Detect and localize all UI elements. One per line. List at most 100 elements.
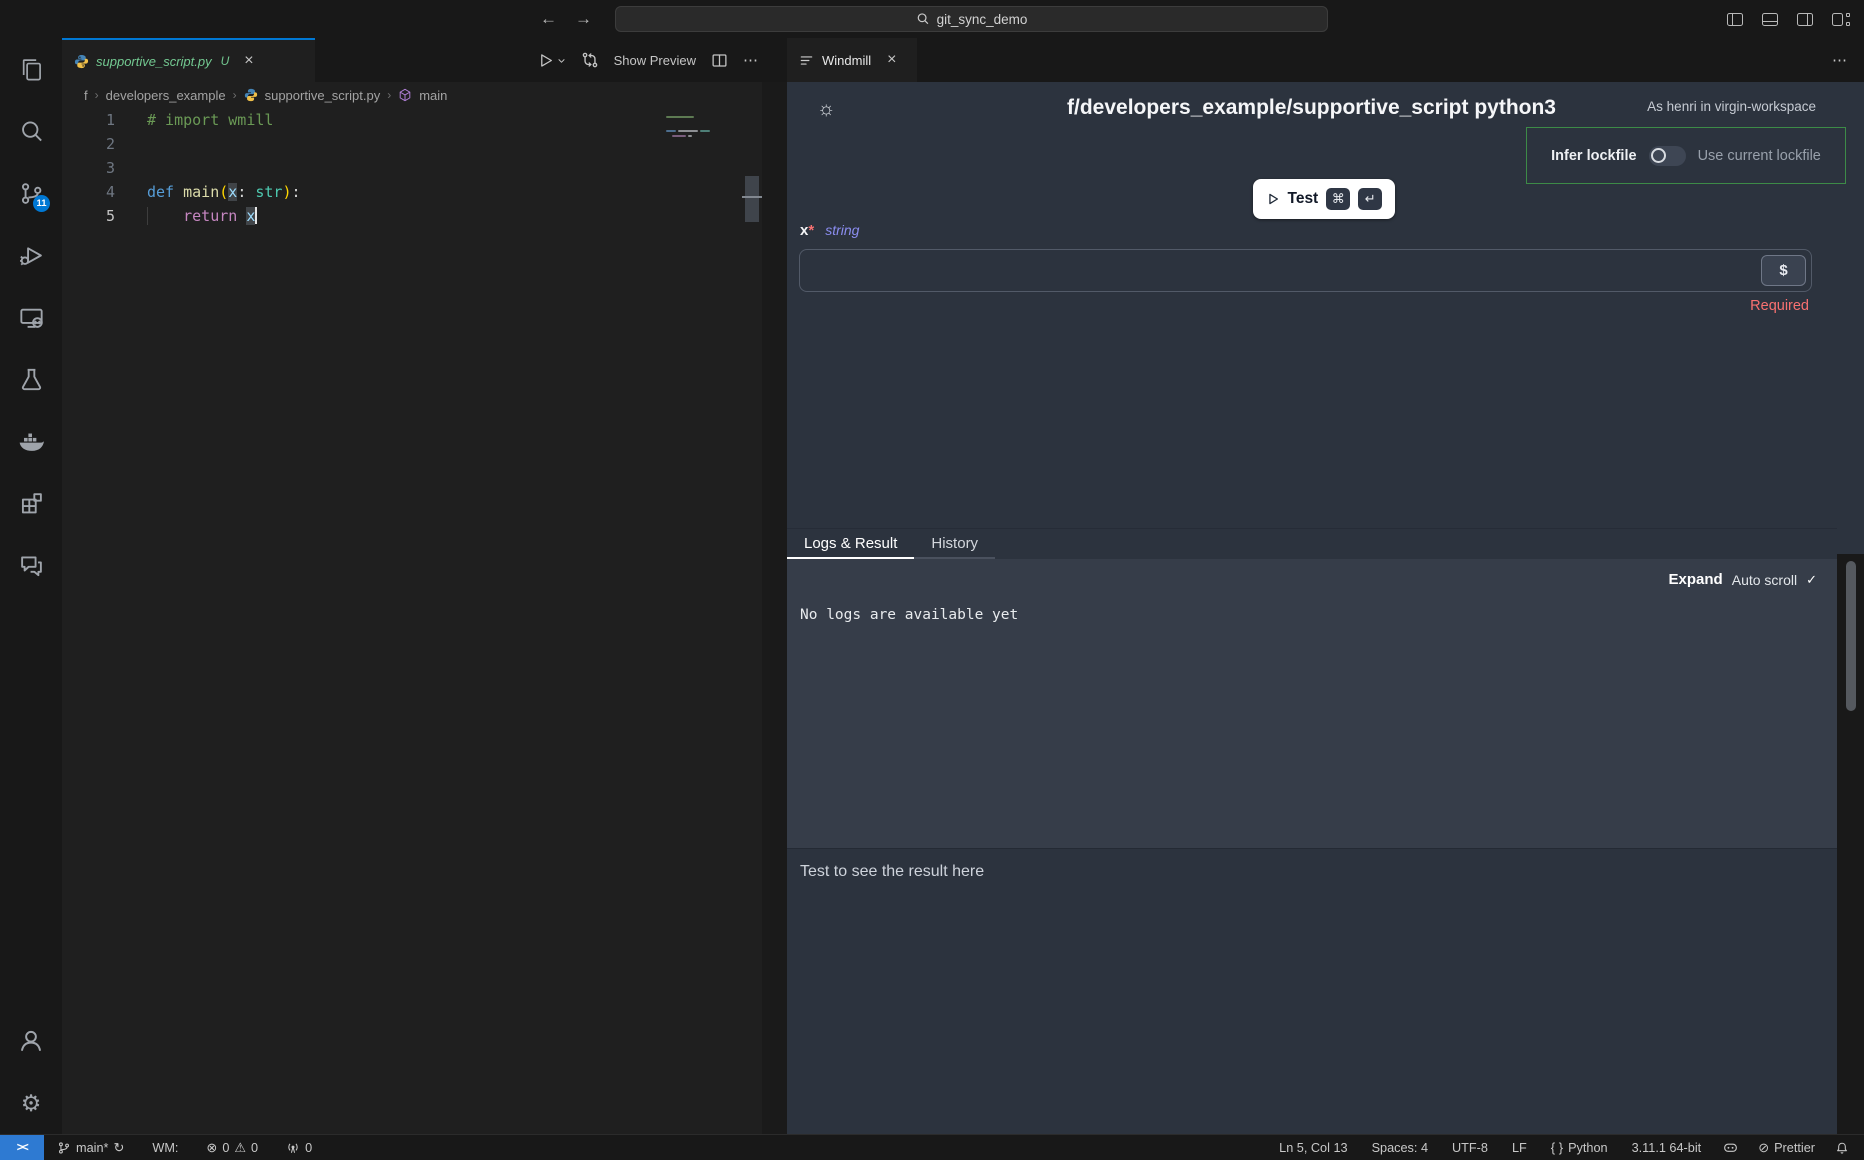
test-button[interactable]: Test ⌘ ↵ bbox=[1253, 179, 1396, 219]
toggle-sidebar-right-icon[interactable] bbox=[1797, 13, 1813, 26]
code-line-4: 4 def main(x: str): bbox=[62, 180, 762, 204]
minimap[interactable] bbox=[660, 112, 742, 240]
toggle-sidebar-left-icon[interactable] bbox=[1727, 13, 1743, 26]
docker-icon[interactable] bbox=[0, 410, 62, 472]
source-control-icon[interactable]: 11 bbox=[0, 162, 62, 224]
wm-status-item[interactable]: WM: bbox=[145, 1135, 185, 1160]
show-preview-button[interactable]: Show Preview bbox=[614, 53, 696, 68]
scrollbar-handle[interactable] bbox=[745, 176, 759, 222]
extensions-icon[interactable] bbox=[0, 472, 62, 534]
testing-beaker-icon[interactable] bbox=[0, 348, 62, 410]
chevron-right-icon: › bbox=[233, 88, 237, 102]
eol-item[interactable]: LF bbox=[1505, 1135, 1534, 1160]
infer-lockfile-label: Infer lockfile bbox=[1551, 148, 1636, 164]
breadcrumb-symbol[interactable]: main bbox=[419, 88, 447, 103]
settings-gear-icon[interactable]: ⚙ bbox=[0, 1072, 62, 1134]
play-icon bbox=[1266, 192, 1280, 206]
python-file-icon bbox=[74, 54, 89, 69]
required-star: * bbox=[808, 222, 814, 239]
editor-tab-bar: supportive_script.py U × Show Preview ⋯ bbox=[62, 38, 787, 82]
error-icon: ⊗ bbox=[206, 1141, 217, 1154]
cmd-key-icon: ⌘ bbox=[1326, 188, 1350, 210]
panel-scrollbar-handle[interactable] bbox=[1846, 561, 1856, 711]
breadcrumb-file[interactable]: supportive_script.py bbox=[265, 88, 381, 103]
line-number: 2 bbox=[62, 132, 115, 156]
breadcrumb-root[interactable]: f bbox=[84, 88, 88, 103]
formatter-item[interactable]: ⊘ Prettier bbox=[1751, 1135, 1822, 1160]
search-sidebar-icon[interactable] bbox=[0, 100, 62, 162]
split-editor-icon[interactable] bbox=[711, 52, 728, 69]
cursor-position-item[interactable]: Ln 5, Col 13 bbox=[1272, 1135, 1354, 1160]
line-number: 3 bbox=[62, 156, 115, 180]
language-mode-item[interactable]: { } Python bbox=[1544, 1135, 1615, 1160]
editor-scrollbar[interactable] bbox=[742, 108, 762, 1134]
toggle-knob bbox=[1651, 148, 1666, 163]
result-placeholder: Test to see the result here bbox=[787, 849, 1837, 881]
tab-windmill[interactable]: Windmill × bbox=[787, 38, 917, 82]
python-file-icon bbox=[244, 88, 258, 102]
back-icon[interactable]: ← bbox=[540, 9, 557, 29]
radio-tower-icon bbox=[286, 1141, 300, 1155]
open-changes-icon[interactable] bbox=[581, 51, 599, 69]
remote-explorer-icon[interactable] bbox=[0, 286, 62, 348]
auto-scroll-label[interactable]: Auto scroll bbox=[1732, 572, 1797, 588]
arg-x-label: x * string bbox=[800, 222, 859, 239]
git-branch-item[interactable]: main* ↻ bbox=[50, 1135, 131, 1160]
tab-logs-result[interactable]: Logs & Result bbox=[787, 529, 914, 559]
windmill-panel: ☼ f/developers_example/supportive_script… bbox=[787, 82, 1864, 1134]
code-editor[interactable]: 1 # import wmill 2 3 4 def main(x: str):… bbox=[62, 108, 762, 1134]
comments-icon[interactable] bbox=[0, 534, 62, 596]
encoding-item[interactable]: UTF-8 bbox=[1445, 1135, 1495, 1160]
insert-variable-button[interactable]: $ bbox=[1761, 255, 1806, 286]
arg-x-input[interactable] bbox=[800, 250, 1811, 291]
panel-more-actions-icon[interactable]: ⋯ bbox=[1832, 38, 1848, 82]
tab-title: supportive_script.py bbox=[96, 54, 212, 69]
windmill-group: Windmill × ⋯ ☼ f/developers_example/supp… bbox=[787, 38, 1864, 1134]
tab-close-icon[interactable]: × bbox=[244, 52, 253, 70]
problems-item[interactable]: ⊗ 0 ⚠ 0 bbox=[199, 1135, 265, 1160]
toggle-panel-icon[interactable] bbox=[1762, 13, 1778, 26]
editor-more-actions-icon[interactable]: ⋯ bbox=[743, 51, 759, 69]
explorer-icon[interactable] bbox=[0, 38, 62, 100]
account-icon[interactable] bbox=[0, 1010, 62, 1072]
code-line-2: 2 bbox=[62, 132, 762, 156]
breadcrumb[interactable]: f › developers_example › supportive_scri… bbox=[62, 82, 762, 108]
forward-icon[interactable]: → bbox=[575, 9, 592, 29]
customize-layout-icon[interactable] bbox=[1832, 13, 1850, 26]
indentation-item[interactable]: Spaces: 4 bbox=[1365, 1135, 1435, 1160]
editor-group: supportive_script.py U × Show Preview ⋯ bbox=[62, 38, 787, 1134]
code-line-1: 1 # import wmill bbox=[62, 108, 762, 132]
text-cursor bbox=[255, 207, 257, 224]
copilot-item[interactable] bbox=[1716, 1135, 1745, 1160]
python-interpreter-item[interactable]: 3.11.1 64-bit bbox=[1625, 1135, 1709, 1160]
search-icon bbox=[916, 12, 930, 26]
search-value: git_sync_demo bbox=[937, 12, 1028, 27]
expand-button[interactable]: Expand bbox=[1669, 571, 1723, 588]
branch-icon bbox=[57, 1141, 71, 1155]
line-number: 5 bbox=[62, 204, 115, 228]
arg-name: x bbox=[800, 222, 808, 239]
symbol-method-icon bbox=[398, 88, 412, 102]
run-debug-icon[interactable] bbox=[0, 224, 62, 286]
tab-history[interactable]: History bbox=[914, 529, 995, 559]
status-bar: >< main* ↻ WM: ⊗ 0 ⚠ 0 0 Ln 5, Col 13 Sp… bbox=[0, 1134, 1864, 1160]
lockfile-toggle[interactable] bbox=[1649, 146, 1686, 166]
breadcrumb-folder[interactable]: developers_example bbox=[106, 88, 226, 103]
workspace-context: As henri in virgin-workspace bbox=[1647, 99, 1816, 114]
panel-scrollbar[interactable] bbox=[1837, 554, 1864, 1134]
check-icon: ✓ bbox=[1806, 572, 1817, 588]
remote-indicator[interactable]: >< bbox=[0, 1135, 44, 1160]
notifications-item[interactable] bbox=[1828, 1135, 1856, 1160]
run-python-icon[interactable] bbox=[537, 52, 566, 69]
title-bar: ← → git_sync_demo bbox=[0, 0, 1864, 38]
code-line-3: 3 bbox=[62, 156, 762, 180]
tab-close-icon[interactable]: × bbox=[887, 51, 896, 69]
required-message: Required bbox=[1750, 298, 1809, 314]
list-lines-icon bbox=[799, 53, 814, 68]
command-center-search[interactable]: git_sync_demo bbox=[615, 6, 1328, 32]
chevron-right-icon: › bbox=[95, 88, 99, 102]
code-line-5: 5 return x bbox=[62, 204, 762, 228]
ports-item[interactable]: 0 bbox=[279, 1135, 319, 1160]
tab-supportive-script[interactable]: supportive_script.py U × bbox=[62, 38, 315, 82]
overview-ruler-cursor-mark bbox=[742, 196, 762, 198]
